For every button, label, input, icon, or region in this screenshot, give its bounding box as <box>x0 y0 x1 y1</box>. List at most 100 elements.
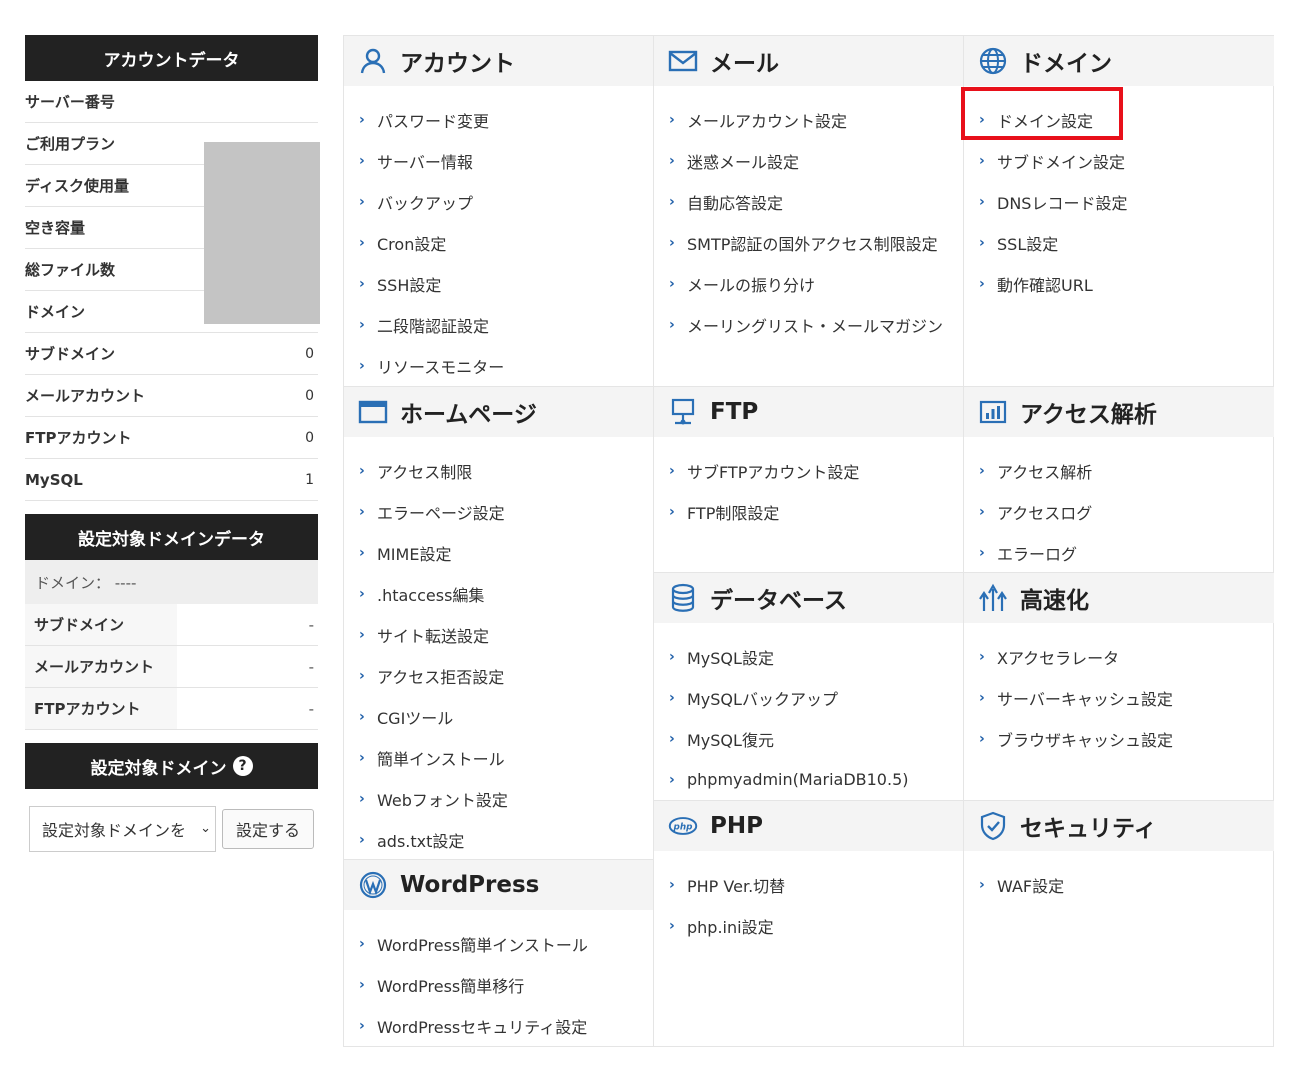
menu-link-label: WordPress簡単インストール <box>377 935 588 955</box>
chevron-right-icon: › <box>979 544 985 561</box>
menu-link[interactable]: › アクセス解析 <box>964 450 1274 491</box>
section-header-account: アカウント <box>344 36 653 86</box>
menu-link[interactable]: › MySQLバックアップ <box>654 677 963 718</box>
menu-link[interactable]: › 迷惑メール設定 <box>654 140 963 181</box>
mail-icon <box>668 46 698 76</box>
php-icon: php <box>668 811 698 841</box>
menu-link[interactable]: › バックアップ <box>344 181 653 222</box>
section-database: データベース › MySQL設定 › MySQLバックアップ › MySQL復元 › phpmy… <box>654 572 963 800</box>
menu-link[interactable]: › CGIツール <box>344 696 653 737</box>
section-header-ftp: FTP <box>654 387 963 437</box>
menu-link[interactable]: › 自動応答設定 <box>654 181 963 222</box>
menu-link[interactable]: › Webフォント設定 <box>344 778 653 819</box>
menu-link-label: WordPress簡単移行 <box>377 976 525 996</box>
menu-link-label: php.ini設定 <box>687 917 774 937</box>
chevron-down-icon: ⌄ <box>198 821 211 836</box>
menu-link[interactable]: › WAF設定 <box>964 864 1274 905</box>
globe-icon <box>978 46 1008 76</box>
menu-link-label: PHP Ver.切替 <box>687 876 786 896</box>
menu-link[interactable]: › アクセス拒否設定 <box>344 655 653 696</box>
chevron-right-icon: › <box>669 111 675 128</box>
section-items: › メールアカウント設定 › 迷惑メール設定 › 自動応答設定 › SMTP認証の国外アクセス… <box>654 86 963 345</box>
menu-link[interactable]: › Xアクセラレータ <box>964 636 1274 677</box>
menu-link[interactable]: › 簡単インストール <box>344 737 653 778</box>
menu-link[interactable]: › ブラウザキャッシュ設定 <box>964 718 1274 759</box>
menu-link[interactable]: › DNSレコード設定 <box>964 181 1274 222</box>
account-row-value: 0 <box>305 345 314 362</box>
chevron-right-icon: › <box>979 876 985 893</box>
wordpress-icon <box>358 870 388 900</box>
menu-link[interactable]: › php.ini設定 <box>654 905 963 946</box>
menu-link[interactable]: › MySQL復元 <box>654 718 963 759</box>
speed-arrows-icon <box>978 583 1008 613</box>
menu-link-label: エラーログ <box>997 544 1078 564</box>
menu-link[interactable]: › MIME設定 <box>344 532 653 573</box>
section-title: WordPress <box>400 872 540 898</box>
section-title: 高速化 <box>1020 588 1089 614</box>
menu-link-label: バックアップ <box>377 193 474 213</box>
menu-link[interactable]: › パスワード変更 <box>344 99 653 140</box>
menu-link-label: MIME設定 <box>377 544 452 564</box>
menu-link-label: サーバーキャッシュ設定 <box>997 689 1173 709</box>
menu-link[interactable]: › Cron設定 <box>344 222 653 263</box>
section-header-speed: 高速化 <box>964 573 1274 623</box>
menu-link[interactable]: › 二段階認証設定 <box>344 304 653 345</box>
menu-link[interactable]: › サブドメイン設定 <box>964 140 1274 181</box>
menu-link-label: アクセス拒否設定 <box>377 667 505 687</box>
menu-link[interactable]: › ads.txt設定 <box>344 819 653 860</box>
menu-link[interactable]: › SMTP認証の国外アクセス制限設定 <box>654 222 963 263</box>
account-data-table: サーバー番号ご利用プランディスク使用量空き容量総ファイル数ドメイン 1 サブドメイン… <box>25 81 320 501</box>
menu-link[interactable]: › サイト転送設定 <box>344 614 653 655</box>
menu-link[interactable]: › メーリングリスト・メールマガジン <box>654 304 963 345</box>
menu-link[interactable]: › メールの振り分け <box>654 263 963 304</box>
menu-link[interactable]: › .htaccess編集 <box>344 573 653 614</box>
menu-link[interactable]: › アクセス制限 <box>344 450 653 491</box>
menu-link[interactable]: › FTP制限設定 <box>654 491 963 532</box>
domain-data-row-value: - <box>308 615 314 634</box>
help-icon[interactable]: ? <box>232 756 253 776</box>
bar-chart-icon <box>978 397 1008 427</box>
menu-link-label: アクセスログ <box>997 503 1093 523</box>
account-sidebar: アカウントデータ サーバー番号 ご利用プラン ディスク使用量 空き容量 総ファイル数 ドメ… <box>25 35 320 852</box>
menu-link[interactable]: › MySQL設定 <box>654 636 963 677</box>
menu-column-2: メール › メールアカウント設定 › 迷惑メール設定 › 自動応答設定 › SMTP認証の国外ア… <box>654 36 964 1046</box>
menu-link[interactable]: › WordPress簡単移行 <box>344 964 653 1005</box>
menu-link[interactable]: › PHP Ver.切替 <box>654 864 963 905</box>
chevron-right-icon: › <box>669 275 675 292</box>
section-header-domain: ドメイン <box>964 36 1274 86</box>
set-domain-button[interactable]: 設定する <box>222 809 314 849</box>
menu-link[interactable]: › SSL設定 <box>964 222 1274 263</box>
chevron-right-icon: › <box>669 648 675 665</box>
menu-link[interactable]: › アクセスログ <box>964 491 1274 532</box>
menu-link[interactable]: › 動作確認URL <box>964 263 1274 304</box>
account-row-value: 0 <box>305 387 314 404</box>
menu-link[interactable]: › リソースモニター <box>344 345 653 386</box>
menu-link[interactable]: › SSH設定 <box>344 263 653 304</box>
menu-link[interactable]: › WordPressセキュリティ設定 <box>344 1005 653 1046</box>
section-title: アカウント <box>400 51 515 77</box>
account-data-header: アカウントデータ <box>25 35 318 81</box>
menu-link[interactable]: › サーバーキャッシュ設定 <box>964 677 1274 718</box>
chevron-right-icon: › <box>669 193 675 210</box>
menu-link[interactable]: › サーバー情報 <box>344 140 653 181</box>
chevron-right-icon: › <box>979 275 985 292</box>
section-title: セキュリティ <box>1020 816 1157 842</box>
chevron-right-icon: › <box>669 730 675 747</box>
section-header-wordpress: WordPress <box>344 860 653 910</box>
menu-link[interactable]: › メールアカウント設定 <box>654 99 963 140</box>
menu-link-label: サブドメイン設定 <box>997 152 1126 172</box>
shield-check-icon <box>978 811 1008 841</box>
menu-link[interactable]: › WordPress簡単インストール <box>344 923 653 964</box>
account-row-label: サブドメイン <box>25 345 116 363</box>
domain-data-table: サブドメイン - メールアカウント - FTPアカウント - <box>25 604 318 730</box>
domain-data-row-label: FTPアカウント <box>25 688 177 729</box>
section-speed: 高速化 › Xアクセラレータ › サーバーキャッシュ設定 › ブラウザキャッシュ設定 <box>964 572 1274 759</box>
menu-link-label: パスワード変更 <box>377 111 490 131</box>
menu-link[interactable]: › エラーページ設定 <box>344 491 653 532</box>
menu-link[interactable]: › phpmyadmin(MariaDB10.5) <box>654 759 963 800</box>
menu-link[interactable]: › サブFTPアカウント設定 <box>654 450 963 491</box>
menu-link[interactable]: › エラーログ <box>964 532 1274 573</box>
redacted-values-mask <box>204 142 320 324</box>
target-domain-select[interactable]: 設定対象ドメインを ⌄ <box>29 806 216 852</box>
chevron-right-icon: › <box>669 316 675 333</box>
